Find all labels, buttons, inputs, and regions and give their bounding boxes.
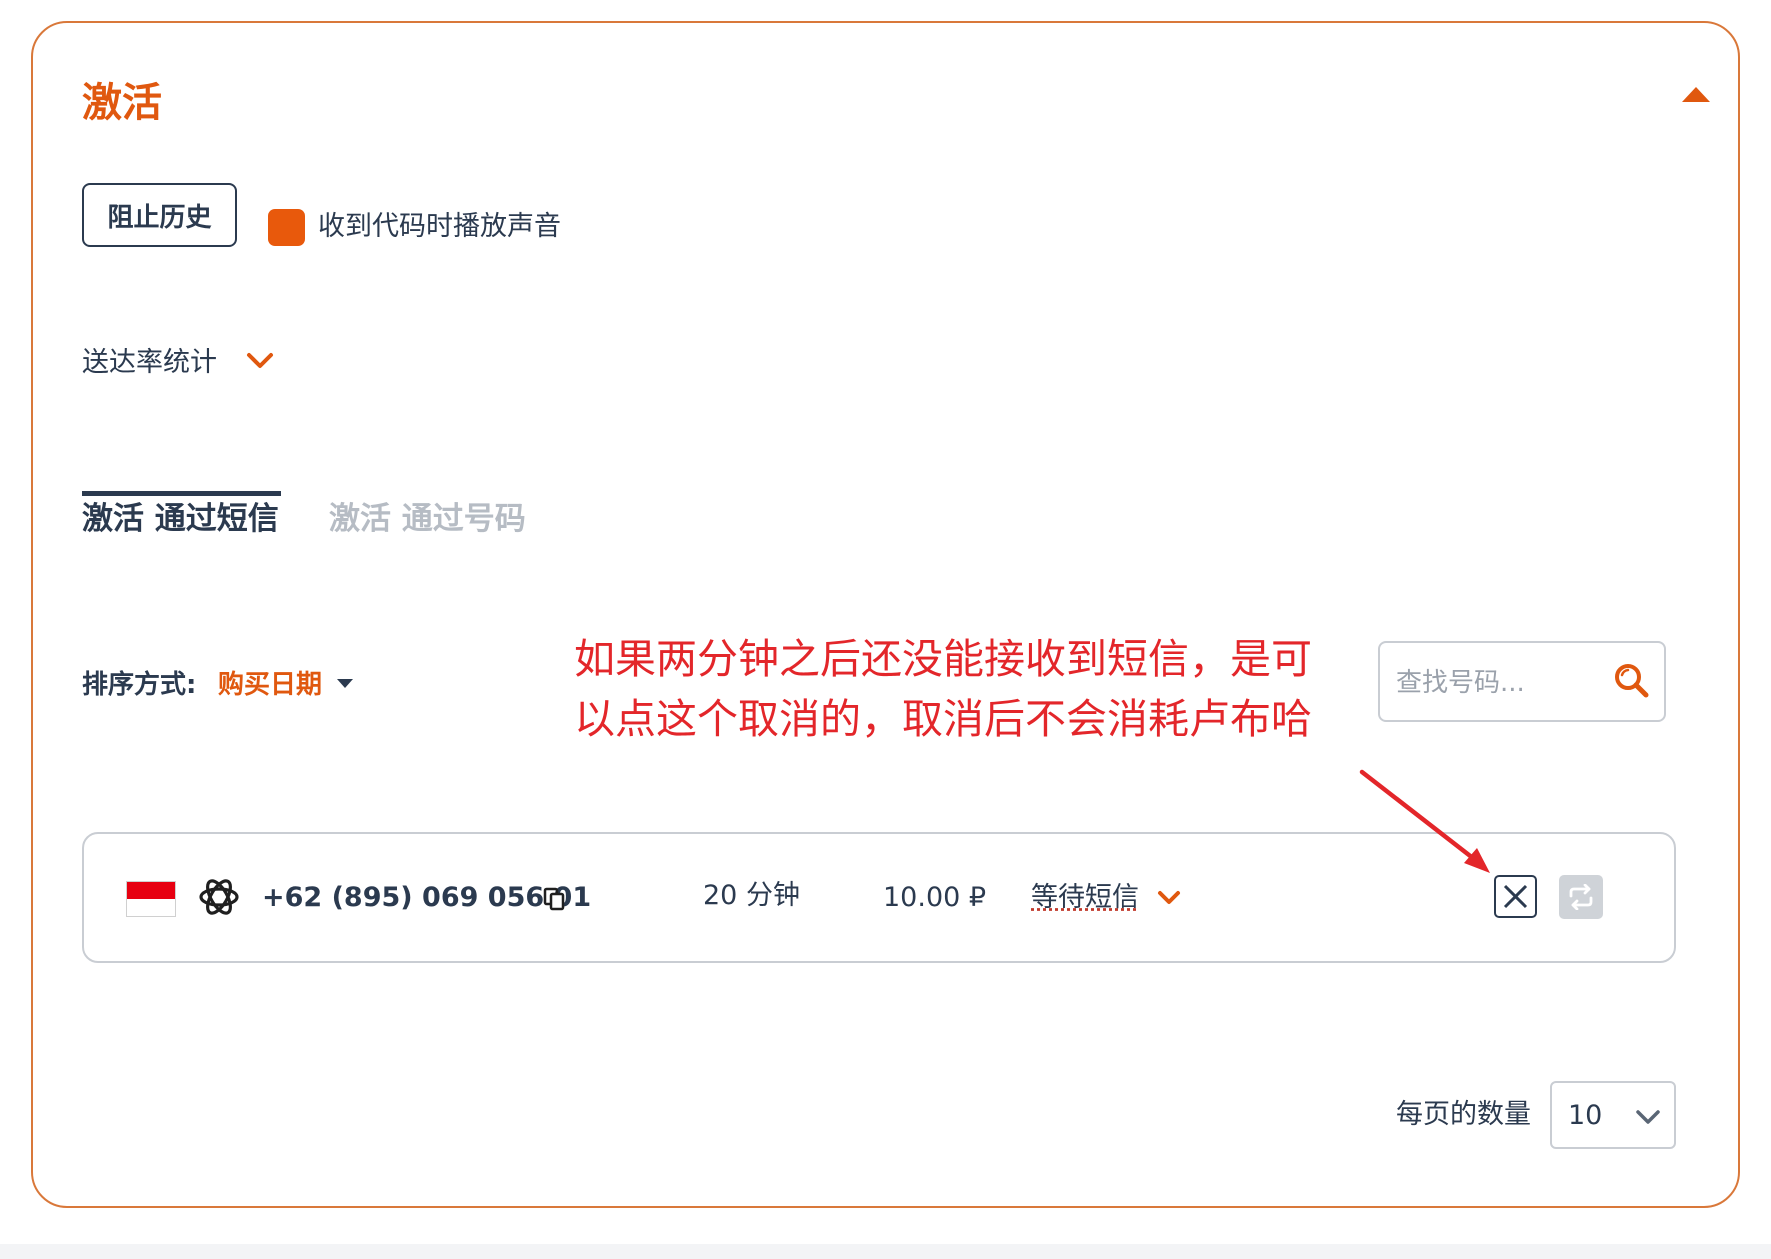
search-box bbox=[1378, 641, 1666, 722]
search-input[interactable] bbox=[1394, 653, 1608, 713]
sound-checkbox[interactable] bbox=[268, 209, 305, 246]
phone-number: +62 (895) 069 056 01 bbox=[262, 882, 592, 913]
search-icon[interactable] bbox=[1612, 661, 1652, 701]
chevron-down-icon bbox=[1636, 1110, 1660, 1124]
collapse-arrow-icon[interactable] bbox=[1680, 84, 1712, 104]
sort-label: 排序方式: bbox=[82, 670, 197, 700]
tab-activation-by-number[interactable]: 激活 通过号码 bbox=[329, 498, 526, 540]
activation-status[interactable]: 等待短信 bbox=[1031, 880, 1139, 916]
activation-price: 10.00 ₽ bbox=[883, 882, 987, 913]
chevron-down-icon[interactable] bbox=[1156, 888, 1182, 908]
repeat-icon bbox=[1569, 884, 1593, 910]
page-bottom-strip bbox=[0, 1244, 1771, 1259]
per-page-label: 每页的数量 bbox=[1396, 1099, 1531, 1130]
sound-checkbox-label: 收到代码时播放声音 bbox=[318, 211, 561, 242]
delivery-stats-toggle[interactable]: 送达率统计 bbox=[82, 345, 217, 381]
caret-down-icon[interactable] bbox=[337, 679, 353, 688]
tab-activation-by-sms[interactable]: 激活 通过短信 bbox=[82, 498, 279, 540]
openai-icon bbox=[199, 879, 239, 915]
panel-title: 激活 bbox=[82, 80, 162, 126]
close-icon bbox=[1503, 884, 1528, 909]
tab-active-indicator bbox=[82, 491, 281, 496]
block-history-button[interactable]: 阻止历史 bbox=[82, 183, 237, 247]
repeat-activation-button[interactable] bbox=[1559, 875, 1603, 919]
annotation-note: 如果两分钟之后还没能接收到短信，是可 以点这个取消的，取消后不会消耗卢布哈 bbox=[574, 635, 1312, 743]
activation-duration: 20 分钟 bbox=[703, 880, 800, 911]
copy-icon[interactable] bbox=[543, 887, 565, 911]
per-page-select[interactable]: 10 bbox=[1550, 1081, 1676, 1149]
activation-panel bbox=[31, 21, 1740, 1208]
per-page-value: 10 bbox=[1568, 1100, 1603, 1131]
chevron-down-icon[interactable] bbox=[245, 350, 275, 372]
cancel-activation-button[interactable] bbox=[1494, 875, 1537, 918]
sort-dropdown[interactable]: 购买日期 bbox=[218, 667, 322, 703]
annotation-arrow bbox=[1359, 769, 1490, 873]
indonesia-flag-icon bbox=[126, 881, 176, 917]
